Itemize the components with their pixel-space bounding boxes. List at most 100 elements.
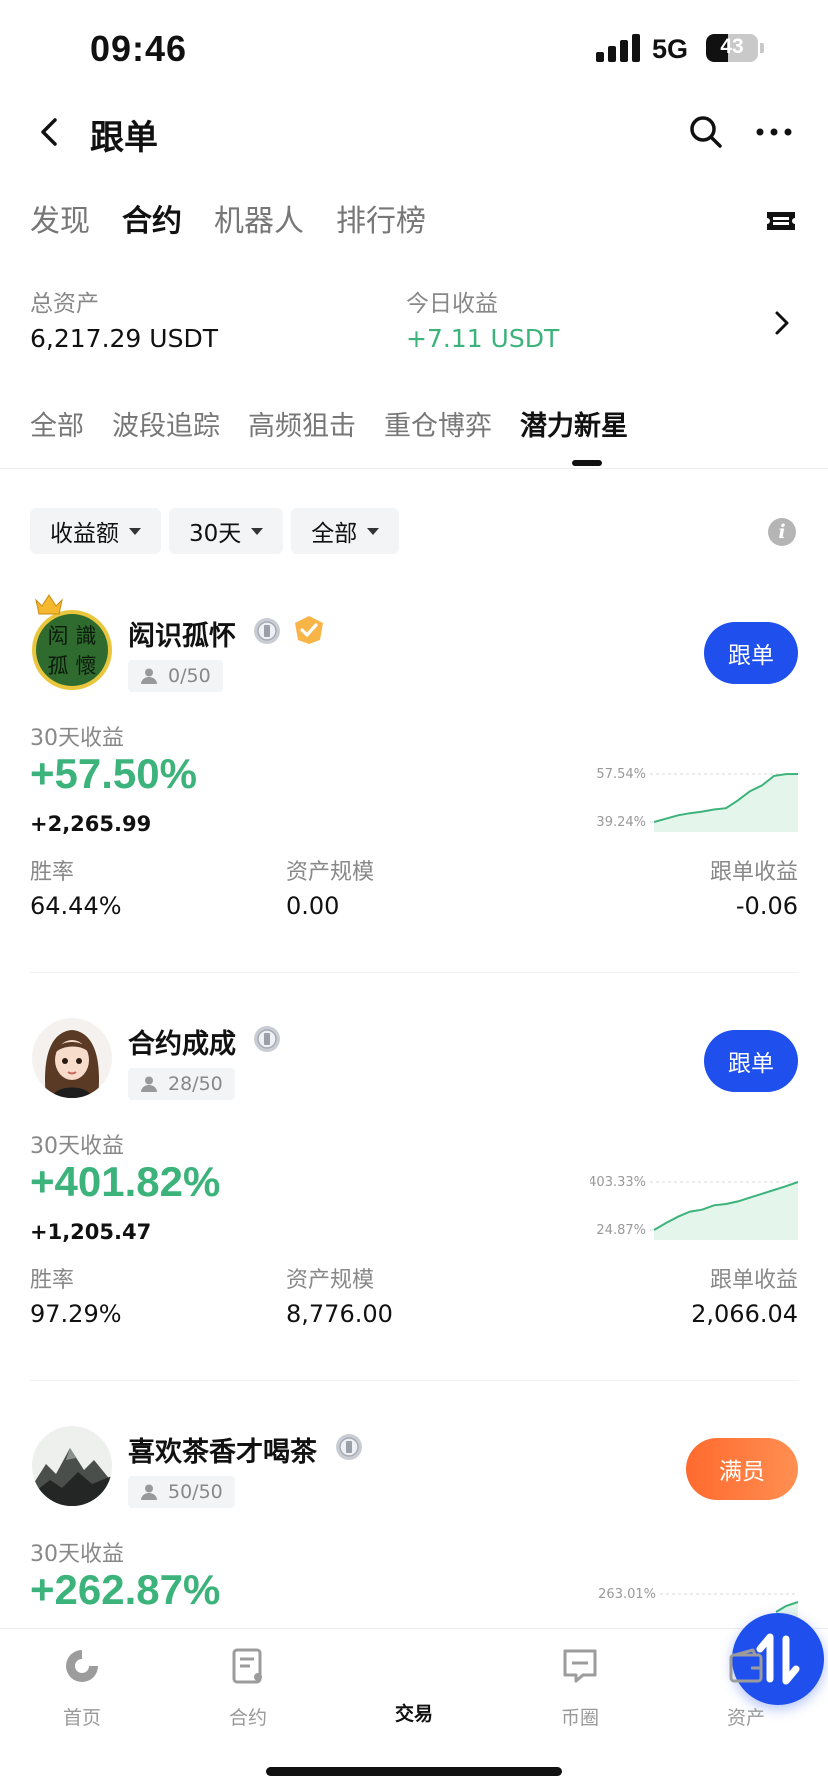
back-icon[interactable]: [30, 112, 70, 152]
user-icon: [141, 668, 157, 684]
app-header: 跟单: [0, 98, 828, 170]
silver-medal-icon: [336, 1434, 362, 1460]
silver-medal-icon: [254, 618, 280, 644]
divider: [30, 972, 798, 973]
cat-tab-all[interactable]: 全部: [30, 404, 84, 443]
chevron-right-icon[interactable]: [770, 308, 794, 338]
user-icon: [141, 1484, 157, 1500]
tab-discover[interactable]: 发现: [30, 196, 90, 246]
info-icon[interactable]: i: [768, 518, 796, 546]
win-rate-label: 胜率: [30, 1268, 75, 1293]
scope-filter-label: 全部: [311, 521, 358, 547]
nav-home-label: 首页: [62, 1707, 101, 1729]
home-icon: [66, 1650, 98, 1682]
caret-down-icon: [251, 527, 264, 535]
trader-name[interactable]: 合约成成: [128, 1022, 236, 1061]
win-rate: 胜率 64.44%: [30, 854, 122, 920]
copier-count-value: 28/50: [168, 1073, 223, 1095]
spark-min-label: 39.24%: [596, 815, 646, 830]
follow-button[interactable]: 跟单: [704, 1030, 798, 1092]
verified-badge-icon: [295, 616, 323, 644]
trader-name[interactable]: 闳识孤怀: [128, 614, 236, 653]
win-rate-value: 97.29%: [30, 1300, 122, 1328]
asset-summary[interactable]: 总资产 6,217.29 USDT 今日收益 +7.11 USDT: [0, 284, 828, 364]
divider: [30, 1380, 798, 1381]
avatar: [32, 1426, 112, 1506]
network-type: 5G: [652, 34, 689, 64]
copy-profit-value: 2,066.04: [691, 1300, 798, 1328]
battery-icon: 43: [706, 34, 758, 62]
ticket-icon[interactable]: [764, 204, 798, 238]
signal-icon: [596, 34, 640, 62]
nav-assets[interactable]: 资产: [696, 1647, 796, 1730]
more-icon[interactable]: [752, 112, 796, 152]
profit-amount: +1,205.47: [30, 1220, 152, 1244]
category-tabs: 全部 波段追踪 高频狙击 重仓博弈 潜力新星: [30, 404, 628, 443]
main-tabs: 发现 合约 机器人 排行榜: [30, 196, 426, 246]
user-icon: [141, 1076, 157, 1092]
aum-label: 资产规模: [286, 860, 375, 885]
nav-home[interactable]: 首页: [32, 1647, 132, 1730]
avatar: 闳識 孤懷: [32, 610, 112, 690]
crown-icon: [35, 594, 63, 615]
cat-tab-hf[interactable]: 高频狙击: [248, 404, 356, 443]
today-profit-value: +7.11 USDT: [406, 324, 560, 353]
win-rate: 胜率 97.29%: [30, 1262, 122, 1328]
follow-button[interactable]: 跟单: [704, 622, 798, 684]
nav-trade[interactable]: 交易: [364, 1613, 824, 1726]
copy-profit: 跟单收益 -0.06: [710, 854, 798, 920]
profit-percent: +57.50%: [30, 750, 197, 797]
nav-community[interactable]: 币圈: [530, 1647, 630, 1730]
page-title: 跟单: [90, 118, 158, 158]
tab-contract[interactable]: 合约: [122, 196, 182, 246]
profit-amount: +2,265.99: [30, 812, 152, 836]
scope-filter[interactable]: 全部: [291, 508, 400, 554]
today-profit-label: 今日收益: [406, 291, 498, 317]
copy-profit-value: -0.06: [735, 892, 798, 920]
copy-profit-label: 跟单收益: [709, 1268, 798, 1293]
sort-filter[interactable]: 收益额: [30, 508, 161, 554]
caret-down-icon: [129, 527, 141, 535]
status-bar: 09:46 5G 43: [0, 0, 828, 98]
cat-tab-swing[interactable]: 波段追踪: [112, 404, 220, 443]
copy-profit: 跟单收益 2,066.04: [691, 1262, 798, 1328]
trader-card[interactable]: 合约成成 28/50 跟单 30天收益 +401.82% +1,205.47 4…: [0, 994, 828, 1402]
aum-label: 资产规模: [286, 1268, 375, 1293]
trader-card[interactable]: 闳識 孤懷 闳识孤怀 0/50 跟单 30天收益 +57.50% +2,265.…: [0, 586, 828, 994]
spark-area: [654, 774, 798, 832]
copier-count: 50/50: [128, 1476, 235, 1508]
spark-min-label: 24.87%: [596, 1223, 646, 1238]
home-indicator: [266, 1767, 562, 1776]
silver-medal-icon: [254, 1026, 280, 1052]
aum: 资产规模 8,776.00: [286, 1262, 393, 1328]
divider: [0, 468, 828, 469]
total-assets: 总资产 6,217.29 USDT: [30, 284, 218, 353]
full-button[interactable]: 满员: [686, 1438, 798, 1500]
tab-robot[interactable]: 机器人: [214, 196, 304, 246]
copy-profit-label: 跟单收益: [709, 860, 798, 885]
spark-area: [654, 1182, 798, 1240]
aum: 资产规模 0.00: [286, 854, 374, 920]
period-filter[interactable]: 30天: [169, 508, 284, 554]
period-filter-label: 30天: [189, 521, 242, 547]
bottom-nav: 首页 合约 交易 币圈 资产: [0, 1613, 828, 1792]
community-icon: [563, 1649, 597, 1683]
nav-contract-label: 合约: [228, 1707, 267, 1729]
tab-leaderboard[interactable]: 排行榜: [336, 196, 426, 246]
copier-count: 28/50: [128, 1068, 235, 1100]
battery-tip: [760, 43, 764, 53]
spark-max-label: 57.54%: [596, 767, 646, 782]
nav-community-label: 币圈: [560, 1707, 599, 1729]
nav-contract[interactable]: 合约: [198, 1647, 298, 1730]
profit-label: 30天收益: [30, 726, 124, 751]
spark-max-label: 403.33%: [590, 1175, 646, 1190]
trader-name[interactable]: 喜欢茶香才喝茶: [128, 1430, 317, 1469]
nav-assets-label: 资产: [726, 1707, 765, 1729]
caret-down-icon: [367, 527, 380, 535]
search-icon[interactable]: [686, 112, 726, 152]
today-profit: 今日收益 +7.11 USDT: [406, 284, 559, 353]
aum-value: 0.00: [286, 892, 340, 920]
cat-tab-heavy[interactable]: 重仓博弈: [384, 404, 492, 443]
cat-tab-rising[interactable]: 潜力新星: [520, 404, 628, 443]
contract-icon: [232, 1648, 262, 1684]
